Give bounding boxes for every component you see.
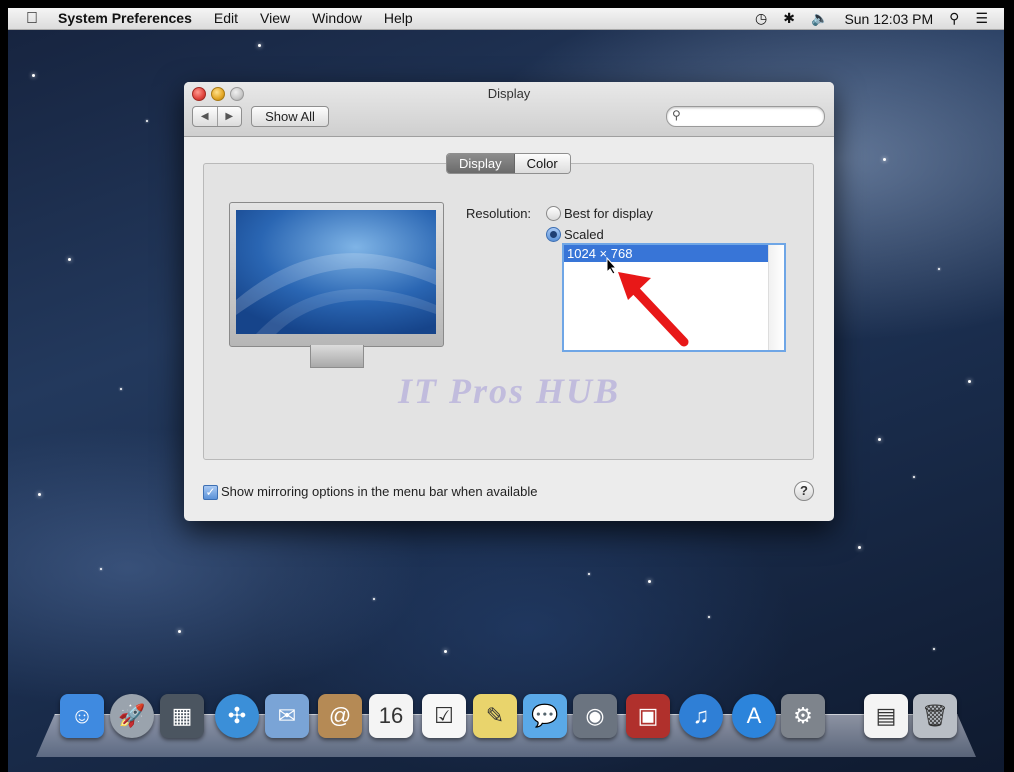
red-arrow-annotation (618, 272, 689, 347)
desktop:  System Preferences Edit View Window He… (8, 8, 1004, 772)
mouse-cursor (606, 257, 618, 275)
